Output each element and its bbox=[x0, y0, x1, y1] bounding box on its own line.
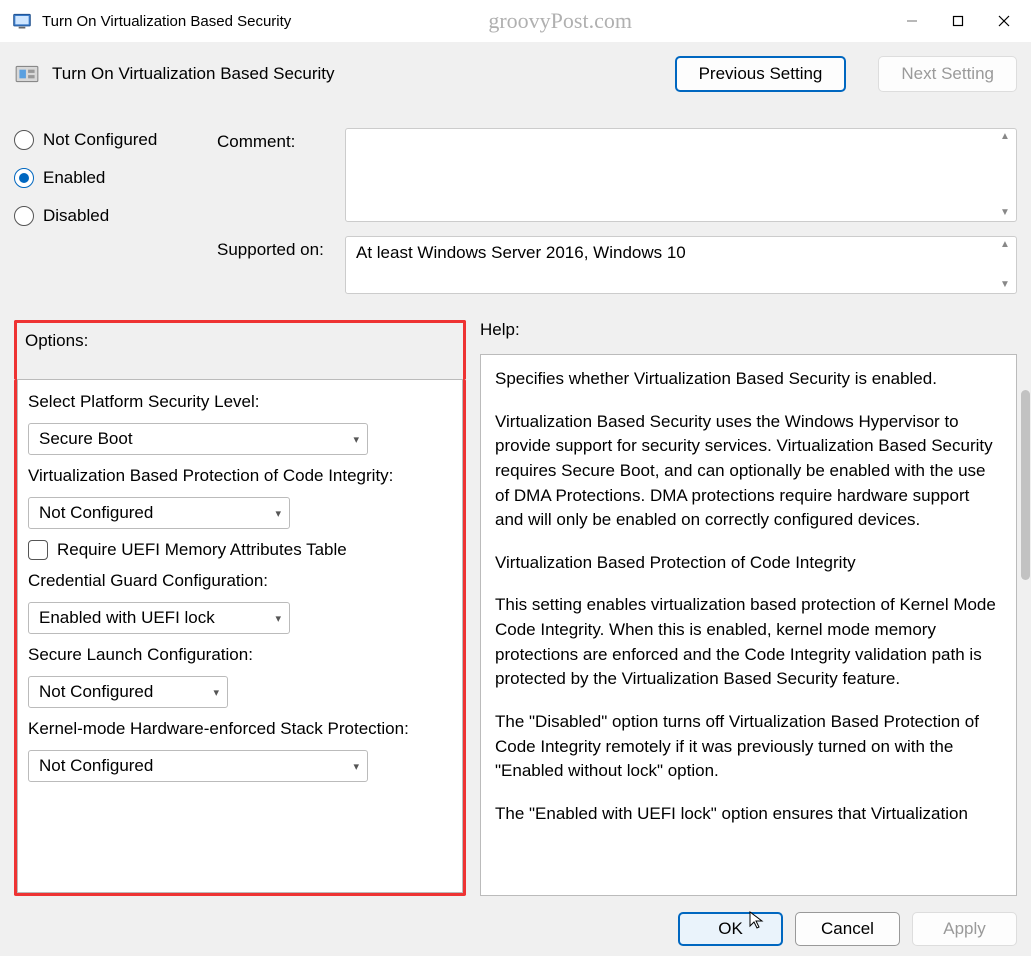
radio-enabled[interactable]: Enabled bbox=[14, 168, 199, 188]
supported-label: Supported on: bbox=[217, 236, 337, 294]
options-panel: Options: Select Platform Security Level:… bbox=[14, 320, 466, 896]
help-scrollbar[interactable] bbox=[1021, 390, 1030, 580]
config-row: Not Configured Enabled Disabled Comment:… bbox=[14, 128, 1017, 294]
minimize-button[interactable] bbox=[889, 4, 935, 38]
chevron-down-icon: ▾ bbox=[213, 686, 219, 699]
options-box: Select Platform Security Level: Secure B… bbox=[17, 379, 463, 893]
comment-label: Comment: bbox=[217, 128, 337, 222]
cancel-button[interactable]: Cancel bbox=[795, 912, 900, 946]
footer: OK Cancel Apply bbox=[14, 896, 1017, 946]
apply-button: Apply bbox=[912, 912, 1017, 946]
chevron-down-icon: ▾ bbox=[353, 760, 359, 773]
stack-protection-select[interactable]: Not Configured ▾ bbox=[28, 750, 368, 782]
uefi-table-label: Require UEFI Memory Attributes Table bbox=[57, 540, 347, 560]
credential-guard-label: Credential Guard Configuration: bbox=[28, 571, 452, 591]
ok-button[interactable]: OK bbox=[678, 912, 783, 946]
stack-protection-label: Kernel-mode Hardware-enforced Stack Prot… bbox=[28, 719, 452, 739]
maximize-button[interactable] bbox=[935, 4, 981, 38]
credential-guard-select[interactable]: Enabled with UEFI lock ▾ bbox=[28, 602, 290, 634]
window-controls bbox=[889, 4, 1027, 38]
chevron-down-icon: ▾ bbox=[353, 433, 359, 446]
radio-not-configured[interactable]: Not Configured bbox=[14, 130, 199, 150]
chevron-down-icon: ▾ bbox=[275, 507, 281, 520]
gpedit-icon bbox=[12, 11, 32, 31]
policy-title: Turn On Virtualization Based Security bbox=[52, 64, 335, 84]
code-integrity-select[interactable]: Not Configured ▾ bbox=[28, 497, 290, 529]
comment-textarea[interactable]: ▲▼ bbox=[345, 128, 1017, 222]
chevron-down-icon: ▾ bbox=[275, 612, 281, 625]
secure-launch-select[interactable]: Not Configured ▾ bbox=[28, 676, 228, 708]
dialog-body: Turn On Virtualization Based Security Pr… bbox=[0, 42, 1031, 956]
help-label: Help: bbox=[480, 320, 1017, 340]
supported-text: At least Windows Server 2016, Windows 10… bbox=[345, 236, 1017, 294]
uefi-table-checkbox[interactable] bbox=[28, 540, 48, 560]
help-text: Specifies whether Virtualization Based S… bbox=[480, 354, 1017, 896]
options-label: Options: bbox=[25, 331, 455, 351]
code-integrity-label: Virtualization Based Protection of Code … bbox=[28, 466, 452, 486]
dialog-window: Turn On Virtualization Based Security gr… bbox=[0, 0, 1031, 956]
previous-setting-button[interactable]: Previous Setting bbox=[675, 56, 847, 92]
watermark: groovyPost.com bbox=[231, 8, 889, 34]
radio-label: Enabled bbox=[43, 168, 105, 188]
policy-icon bbox=[14, 61, 40, 87]
panels: Options: Select Platform Security Level:… bbox=[14, 320, 1017, 896]
radio-label: Disabled bbox=[43, 206, 109, 226]
platform-security-select[interactable]: Secure Boot ▾ bbox=[28, 423, 368, 455]
close-button[interactable] bbox=[981, 4, 1027, 38]
policy-header: Turn On Virtualization Based Security Pr… bbox=[14, 56, 1017, 92]
secure-launch-label: Secure Launch Configuration: bbox=[28, 645, 452, 665]
help-panel: Help: Specifies whether Virtualization B… bbox=[480, 320, 1017, 896]
next-setting-button: Next Setting bbox=[878, 56, 1017, 92]
scroll-control[interactable]: ▲▼ bbox=[996, 131, 1014, 219]
state-radio-group: Not Configured Enabled Disabled bbox=[14, 128, 199, 294]
scroll-control[interactable]: ▲▼ bbox=[996, 239, 1014, 291]
radio-label: Not Configured bbox=[43, 130, 157, 150]
platform-security-label: Select Platform Security Level: bbox=[28, 392, 452, 412]
titlebar: Turn On Virtualization Based Security gr… bbox=[0, 0, 1031, 42]
radio-disabled[interactable]: Disabled bbox=[14, 206, 199, 226]
